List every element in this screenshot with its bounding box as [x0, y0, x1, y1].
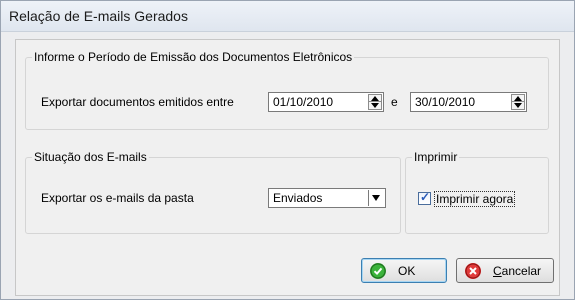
folder-selected-value: Enviados: [273, 191, 323, 205]
spin-divider: [512, 101, 524, 102]
periodo-label: Exportar documentos emitidos entre: [41, 95, 234, 109]
date-from-value: 01/10/2010: [273, 95, 334, 109]
dropdown-button[interactable]: [368, 190, 384, 206]
chevron-down-icon: [372, 195, 380, 201]
folder-select[interactable]: Enviados: [268, 188, 386, 208]
date-to-field[interactable]: 30/10/2010: [410, 92, 527, 112]
situacao-label: Exportar os e-mails da pasta: [41, 191, 194, 205]
dialog-window: Relação de E-mails Gerados Informe o Per…: [0, 0, 575, 300]
periodo-legend: Informe o Período de Emissão dos Documen…: [34, 50, 353, 64]
spin-down-icon[interactable]: [514, 103, 522, 108]
cancel-button[interactable]: Cancelar: [456, 258, 554, 283]
ok-label: OK: [398, 264, 416, 278]
situacao-legend: Situação dos E-mails: [34, 150, 147, 164]
date-to-spinner[interactable]: [511, 94, 525, 110]
date-from-spinner[interactable]: [368, 94, 382, 110]
imprimir-checkbox-label[interactable]: Imprimir agora: [434, 191, 516, 207]
imprimir-checkbox[interactable]: ✓: [418, 190, 431, 205]
cancel-label-rest: ancelar: [501, 264, 542, 278]
date-to-value: 30/10/2010: [415, 95, 476, 109]
imprimir-legend: Imprimir: [414, 150, 458, 164]
spin-down-icon[interactable]: [371, 103, 379, 108]
date-separator: e: [391, 95, 398, 109]
cancel-label-accel: C: [493, 264, 502, 278]
title-bar[interactable]: Relação de E-mails Gerados: [1, 1, 574, 32]
dialog-body: Informe o Período de Emissão dos Documen…: [15, 39, 560, 296]
ok-button[interactable]: OK: [361, 258, 447, 283]
check-glyph-icon: [370, 263, 386, 279]
x-glyph-icon: [465, 263, 481, 279]
periodo-group: Informe o Período de Emissão dos Documen…: [25, 50, 549, 130]
cancel-label: Cancelar: [493, 264, 541, 278]
spin-divider: [369, 101, 381, 102]
ok-check-icon: [370, 263, 386, 279]
window-title: Relação de E-mails Gerados: [9, 8, 188, 24]
checkmark-icon: ✓: [420, 190, 431, 204]
cancel-x-icon: [465, 263, 481, 279]
date-from-field[interactable]: 01/10/2010: [268, 92, 384, 112]
